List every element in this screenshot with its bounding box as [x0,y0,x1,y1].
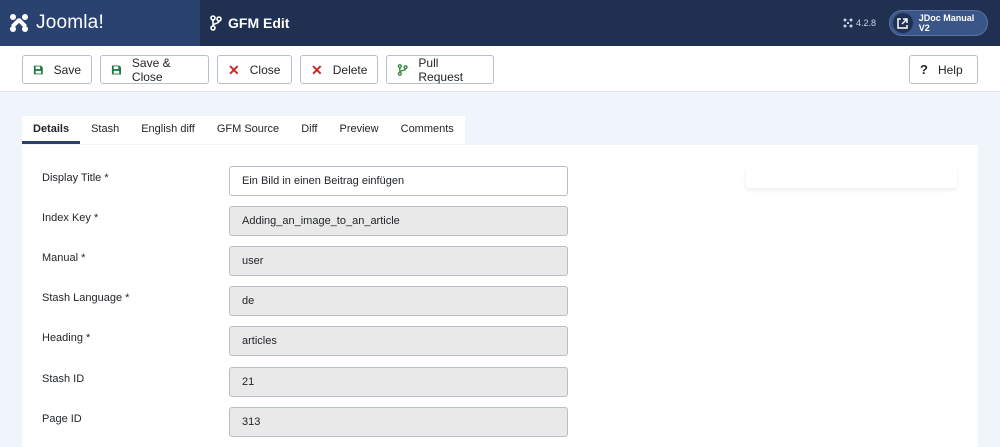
manual-input: user [229,246,568,276]
save-button[interactable]: Save [22,55,92,84]
pull-request-button[interactable]: Pull Request [386,55,494,84]
side-card [746,167,957,188]
heading-input: articles [229,326,568,356]
heading-row: Heading * articles [42,326,602,356]
manual-row: Manual * user [42,246,602,276]
save-icon [111,64,121,75]
details-panel: Display Title * Ein Bild in einen Beitra… [22,145,978,447]
pull-request-label: Pull Request [418,55,464,84]
stash-language-row: Stash Language * de [42,286,602,316]
tab-comments[interactable]: Comments [390,116,465,144]
help-button[interactable]: ? Help [909,55,978,84]
delete-button[interactable]: ✕ Delete [300,55,378,84]
tab-gfm-source[interactable]: GFM Source [206,116,290,144]
question-icon: ? [920,61,928,77]
stash-id-input: 21 [229,367,568,397]
page-id-row: Page ID 313 [42,407,602,437]
display-title-input[interactable]: Ein Bild in einen Beitrag einfügen [229,166,568,196]
joomla-logo-icon [10,14,28,32]
stash-language-label: Stash Language * [42,292,130,304]
tab-english-diff[interactable]: English diff [130,116,206,144]
tab-stash[interactable]: Stash [80,116,130,144]
close-button[interactable]: ✕ Close [217,55,292,84]
help-label: Help [937,62,963,77]
index-key-label: Index Key * [42,212,99,224]
joomla-small-icon [843,18,853,28]
display-title-label: Display Title * [42,172,109,184]
close-label: Close [249,62,281,77]
tab-preview[interactable]: Preview [329,116,390,144]
site-link-button[interactable]: JDoc Manual V2 [889,10,988,36]
page-heading: GFM Edit [210,0,289,46]
stash-id-label: Stash ID [42,373,85,385]
close-icon: ✕ [228,61,240,78]
toolbar: Save Save & Close ✕ Close ✕ Delete Pull … [0,46,1000,92]
version-text: 4.2.8 [856,18,877,28]
tab-bar: Details Stash English diff GFM Source Di… [22,116,465,144]
save-close-button[interactable]: Save & Close [100,55,209,84]
heading-label: Heading * [42,332,91,344]
tab-details[interactable]: Details [22,116,81,144]
delete-label: Delete [332,62,368,77]
page-title: GFM Edit [228,15,290,31]
stash-id-row: Stash ID 21 [42,367,602,397]
save-label: Save [53,62,81,77]
display-title-row: Display Title * Ein Bild in einen Beitra… [42,166,602,196]
page-id-input: 313 [229,407,568,437]
stash-language-input: de [229,286,568,316]
save-icon [33,65,43,74]
site-link-label: JDoc Manual V2 [918,13,975,33]
tab-diff[interactable]: Diff [290,116,328,144]
logo-text: Joomla! [36,12,104,33]
logo[interactable]: Joomla! [0,0,200,46]
external-link-icon [893,13,913,33]
page-id-label: Page ID [42,413,82,425]
index-key-row: Index Key * Adding_an_image_to_an_articl… [42,206,602,236]
top-header: Joomla! GFM Edit 4.2.8 JDoc Manual V2 [0,0,1000,46]
save-close-label: Save & Close [131,55,171,84]
git-branch-icon [397,63,408,76]
manual-label: Manual * [42,252,86,264]
index-key-input: Adding_an_image_to_an_article [229,206,568,236]
version-info: 4.2.8 [843,0,876,46]
git-branch-icon [210,15,222,31]
delete-icon: ✕ [311,61,323,78]
